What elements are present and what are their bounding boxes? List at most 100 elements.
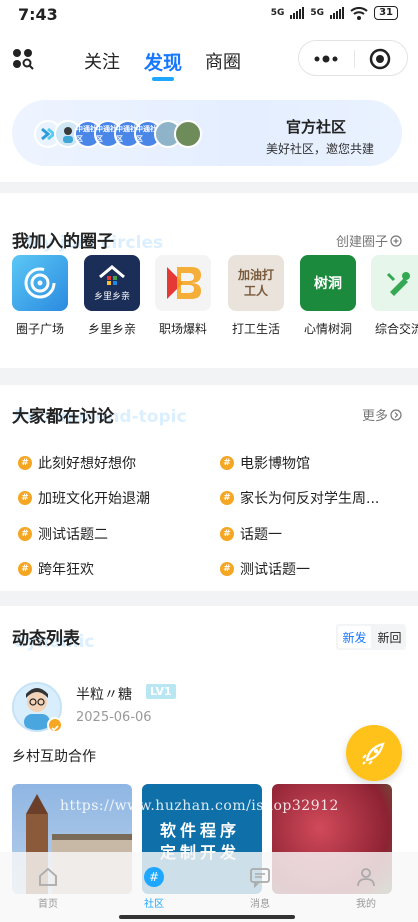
post-date: 2025-06-06 bbox=[76, 710, 152, 725]
community-icon: # bbox=[144, 867, 164, 887]
hashtag-icon: # bbox=[220, 491, 234, 505]
signal-icon bbox=[290, 7, 305, 19]
banner-subtitle: 美好社区，邀您共建 bbox=[265, 142, 374, 156]
topic-item[interactable]: # 话题一 bbox=[220, 524, 282, 544]
topic-label: 测试话题一 bbox=[240, 562, 310, 578]
tab-community[interactable]: # 社区 bbox=[124, 866, 184, 910]
village-logo-text: 乡里乡亲 bbox=[93, 291, 130, 302]
topic-item[interactable]: # 此刻好想好想你 bbox=[18, 453, 136, 473]
circle-label: 圈子广场 bbox=[15, 322, 64, 336]
hashtag-icon: # bbox=[18, 491, 32, 505]
status-bar: 7:43 5G 5G 31 bbox=[0, 0, 418, 30]
member-avatars: 中通社区 中通社区 中通社区 中通社区 bbox=[34, 120, 202, 148]
topic-label: 家长为何反对学生周... bbox=[240, 491, 380, 507]
topics-title: 大家都在讨论 bbox=[12, 407, 114, 427]
worker-life-icon: 加油打工人 bbox=[228, 255, 284, 311]
tab-follow[interactable]: 关注 bbox=[84, 48, 120, 74]
rocket-icon bbox=[362, 742, 385, 765]
home-icon bbox=[39, 867, 57, 886]
post-author-name[interactable]: 半粒〃糖 bbox=[76, 684, 132, 704]
create-circle-label: 创建圈子 bbox=[335, 235, 388, 250]
tab-community-label: 社区 bbox=[144, 899, 164, 910]
circle-label: 乡里乡亲 bbox=[87, 322, 136, 336]
topic-item[interactable]: # 家长为何反对学生周... bbox=[220, 488, 379, 508]
discover-grid-icon[interactable] bbox=[12, 48, 34, 70]
network-label-1: 5G bbox=[270, 8, 285, 18]
circle-item-tree-hole[interactable]: 树洞 心情树洞 bbox=[295, 255, 361, 337]
verified-badge-icon bbox=[47, 717, 63, 733]
circle-item-village[interactable]: 乡里乡亲 乡里乡亲 bbox=[79, 255, 145, 337]
miniapp-capsule bbox=[298, 40, 408, 76]
sort-newest-button[interactable]: 新发 bbox=[338, 626, 371, 648]
more-icon[interactable] bbox=[313, 53, 339, 65]
circle-item-workplace[interactable]: 职场爆料 bbox=[150, 255, 216, 337]
bottom-tab-bar: 首页 # 社区 消息 我的 bbox=[0, 852, 418, 922]
topic-label: 此刻好想好想你 bbox=[38, 456, 136, 472]
topic-item[interactable]: # 跨年狂欢 bbox=[18, 559, 94, 579]
watermark-text: https://www.huzhan.com/ishop32912 bbox=[60, 798, 339, 814]
hashtag-icon: # bbox=[18, 527, 32, 541]
post-content[interactable]: 乡村互助合作 bbox=[12, 746, 96, 766]
circle-item-general[interactable]: 综合交流 bbox=[366, 255, 418, 337]
topic-label: 电影博物馆 bbox=[240, 456, 310, 472]
circle-list: 圈子广场 乡里乡亲 乡里乡亲 职场爆料 加油打工人 打工生活 树洞 心情树洞 综… bbox=[0, 255, 418, 345]
village-icon: 乡里乡亲 bbox=[84, 255, 140, 311]
feed-title: 动态列表 bbox=[12, 629, 80, 649]
member-avatar bbox=[174, 120, 202, 148]
circle-label: 打工生活 bbox=[231, 322, 280, 336]
home-indicator bbox=[119, 915, 295, 919]
topic-item[interactable]: # 测试话题一 bbox=[220, 559, 310, 579]
hashtag-icon: # bbox=[220, 527, 234, 541]
hashtag-icon: # bbox=[18, 562, 32, 576]
battery-indicator: 31 bbox=[374, 6, 398, 20]
official-community-banner[interactable]: 中通社区 中通社区 中通社区 中通社区 官方社区 美好社区，邀您共建 bbox=[12, 100, 402, 166]
capsule-divider bbox=[354, 50, 355, 68]
worker-logo-text: 加油打工人 bbox=[237, 268, 274, 298]
joined-circles-title: 我加入的圈子 bbox=[12, 232, 114, 252]
level-badge: LV1 bbox=[146, 684, 176, 699]
circle-label: 综合交流 bbox=[374, 322, 418, 336]
tab-messages[interactable]: 消息 bbox=[230, 866, 290, 910]
workplace-icon bbox=[155, 255, 211, 311]
tab-profile[interactable]: 我的 bbox=[336, 866, 396, 910]
topics-section: 大家都在讨论 Recommend-topic 更多 # 此刻好想好想你 # 加班文化… bbox=[0, 385, 418, 591]
create-circle-button[interactable]: 创建圈子 bbox=[336, 231, 402, 250]
sort-latest-reply-button[interactable]: 新回 bbox=[373, 624, 406, 650]
topic-item[interactable]: # 加班文化开始退潮 bbox=[18, 488, 150, 508]
feed-sort-toggle: 新发 新回 bbox=[336, 624, 406, 650]
circle-item-plaza[interactable]: 圈子广场 bbox=[7, 255, 73, 337]
close-miniapp-icon[interactable] bbox=[369, 48, 391, 70]
plus-circle-icon bbox=[390, 234, 402, 247]
circle-label: 职场爆料 bbox=[158, 322, 207, 336]
tab-discover[interactable]: 发现 bbox=[144, 48, 182, 75]
svg-text:#: # bbox=[149, 870, 159, 884]
signal-icon-2 bbox=[330, 7, 345, 19]
circle-label: 心情树洞 bbox=[303, 322, 352, 336]
circle-plaza-icon bbox=[12, 255, 68, 311]
status-time: 7:43 bbox=[18, 5, 58, 24]
post-image-2-line-1: 软件程序 bbox=[160, 821, 241, 840]
arrow-circle-icon bbox=[390, 408, 402, 421]
active-tab-indicator bbox=[152, 77, 174, 81]
hashtag-icon: # bbox=[18, 456, 32, 470]
status-icons: 5G 5G 31 bbox=[271, 6, 398, 20]
profile-icon bbox=[357, 868, 375, 887]
topic-item[interactable]: # 测试话题二 bbox=[18, 524, 108, 544]
tree-hole-icon: 树洞 bbox=[300, 255, 356, 311]
circle-item-worker-life[interactable]: 加油打工人 打工生活 bbox=[223, 255, 289, 337]
more-topics-button[interactable]: 更多 bbox=[362, 405, 402, 424]
tree-hole-logo-text: 树洞 bbox=[314, 276, 342, 292]
topic-label: 跨年狂欢 bbox=[38, 562, 94, 578]
joined-circles-section: 我加入的圈子 My join circles 创建圈子 圈子广场 乡里乡亲 乡里… bbox=[0, 193, 418, 368]
post-fab-button[interactable] bbox=[346, 725, 402, 781]
topic-item[interactable]: # 电影博物馆 bbox=[220, 453, 310, 473]
tab-home-label: 首页 bbox=[38, 899, 58, 910]
tab-business[interactable]: 商圈 bbox=[205, 48, 241, 74]
tab-profile-label: 我的 bbox=[356, 899, 376, 910]
banner-title: 官方社区 bbox=[285, 118, 346, 136]
topic-label: 加班文化开始退潮 bbox=[38, 491, 150, 507]
tab-home[interactable]: 首页 bbox=[18, 866, 78, 910]
hashtag-icon: # bbox=[220, 562, 234, 576]
network-label-2: 5G bbox=[310, 8, 325, 18]
hashtag-icon: # bbox=[220, 456, 234, 470]
